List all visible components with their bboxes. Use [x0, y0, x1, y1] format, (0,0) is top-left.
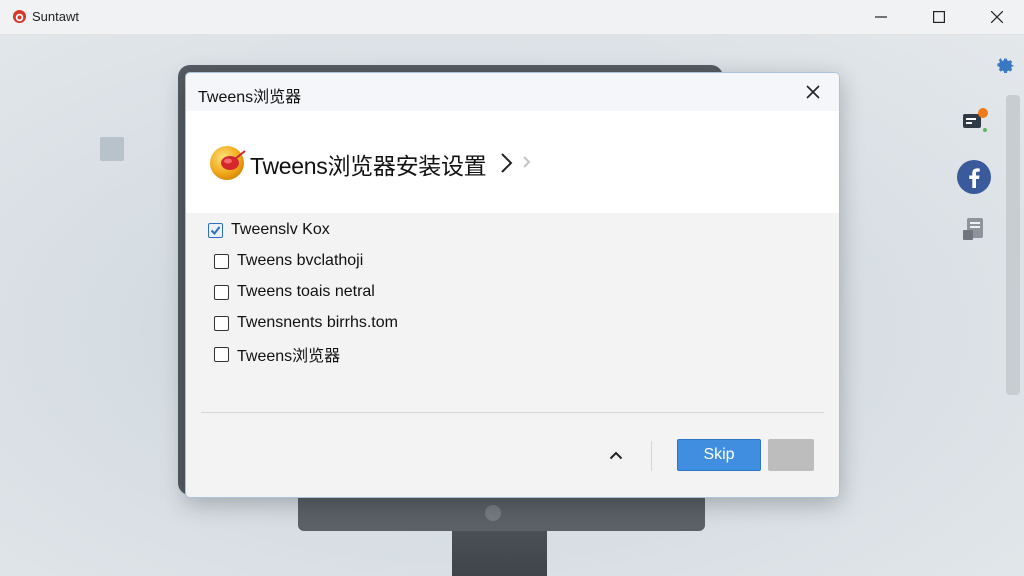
minimize-button[interactable]: [858, 0, 904, 34]
window-close-button[interactable]: [974, 0, 1020, 34]
background-tile: [100, 137, 124, 161]
option-item[interactable]: Tweens bvclathoji: [214, 249, 363, 273]
option-item[interactable]: Tweens toais netral: [214, 280, 375, 304]
footer-divider: [201, 412, 824, 413]
close-icon: [991, 11, 1003, 23]
chevron-right-faded-icon: [523, 156, 531, 168]
monitor-stand: [452, 531, 547, 576]
chevron-up-icon: [609, 451, 623, 459]
option-label: Tweens bvclathoji: [237, 252, 364, 269]
document-icon: [963, 218, 983, 240]
dialog-titlebar: Tweens浏览器: [186, 73, 839, 111]
option-label: Tweens浏览器: [237, 348, 341, 365]
checkmark-icon: [210, 225, 221, 235]
facebook-button[interactable]: [956, 159, 992, 195]
checkbox[interactable]: [214, 346, 229, 362]
monitor-chin: [298, 495, 705, 531]
option-item[interactable]: Tweens浏览器: [214, 342, 340, 366]
gear-icon[interactable]: [994, 53, 1016, 75]
maximize-button[interactable]: [916, 0, 962, 34]
collapse-button[interactable]: [606, 445, 626, 465]
option-label: Tweenslv Kox: [231, 221, 330, 238]
dialog-title: Tweens浏览器: [198, 89, 302, 106]
browser-logo-icon: [210, 146, 246, 180]
checkbox[interactable]: [214, 284, 229, 300]
skip-button[interactable]: Skip: [677, 439, 761, 471]
checkbox-checked[interactable]: [208, 222, 223, 238]
secondary-button[interactable]: [768, 439, 814, 471]
footer-separator: [651, 441, 652, 471]
option-label: Tweens toais netral: [237, 283, 375, 300]
window-titlebar: Suntawt: [0, 0, 1024, 35]
installer-dialog: Tweens浏览器 Tweens浏览器安装设置 Tweenslv Kox Twe…: [185, 72, 840, 498]
facebook-icon: [957, 160, 991, 194]
checkbox[interactable]: [214, 315, 229, 331]
maximize-icon: [933, 11, 945, 23]
document-button[interactable]: [956, 211, 992, 247]
option-item[interactable]: Twensnents birrhs.tom: [214, 311, 398, 335]
notification-icon: [963, 108, 988, 132]
close-icon[interactable]: [804, 83, 822, 101]
checkbox[interactable]: [214, 253, 229, 269]
notification-button[interactable]: [956, 103, 992, 139]
side-scrollbar[interactable]: [1006, 95, 1020, 395]
chevron-right-icon[interactable]: [500, 152, 514, 174]
app-icon: [12, 9, 27, 24]
minimize-icon: [875, 16, 887, 18]
option-item[interactable]: Tweenslv Kox: [208, 218, 330, 242]
dialog-heading: Tweens浏览器安装设置: [250, 153, 487, 179]
dialog-header: Tweens浏览器安装设置: [186, 111, 839, 213]
option-label: Twensnents birrhs.tom: [237, 314, 398, 331]
window-title: Suntawt: [32, 9, 79, 24]
apple-logo-icon: [485, 505, 501, 521]
